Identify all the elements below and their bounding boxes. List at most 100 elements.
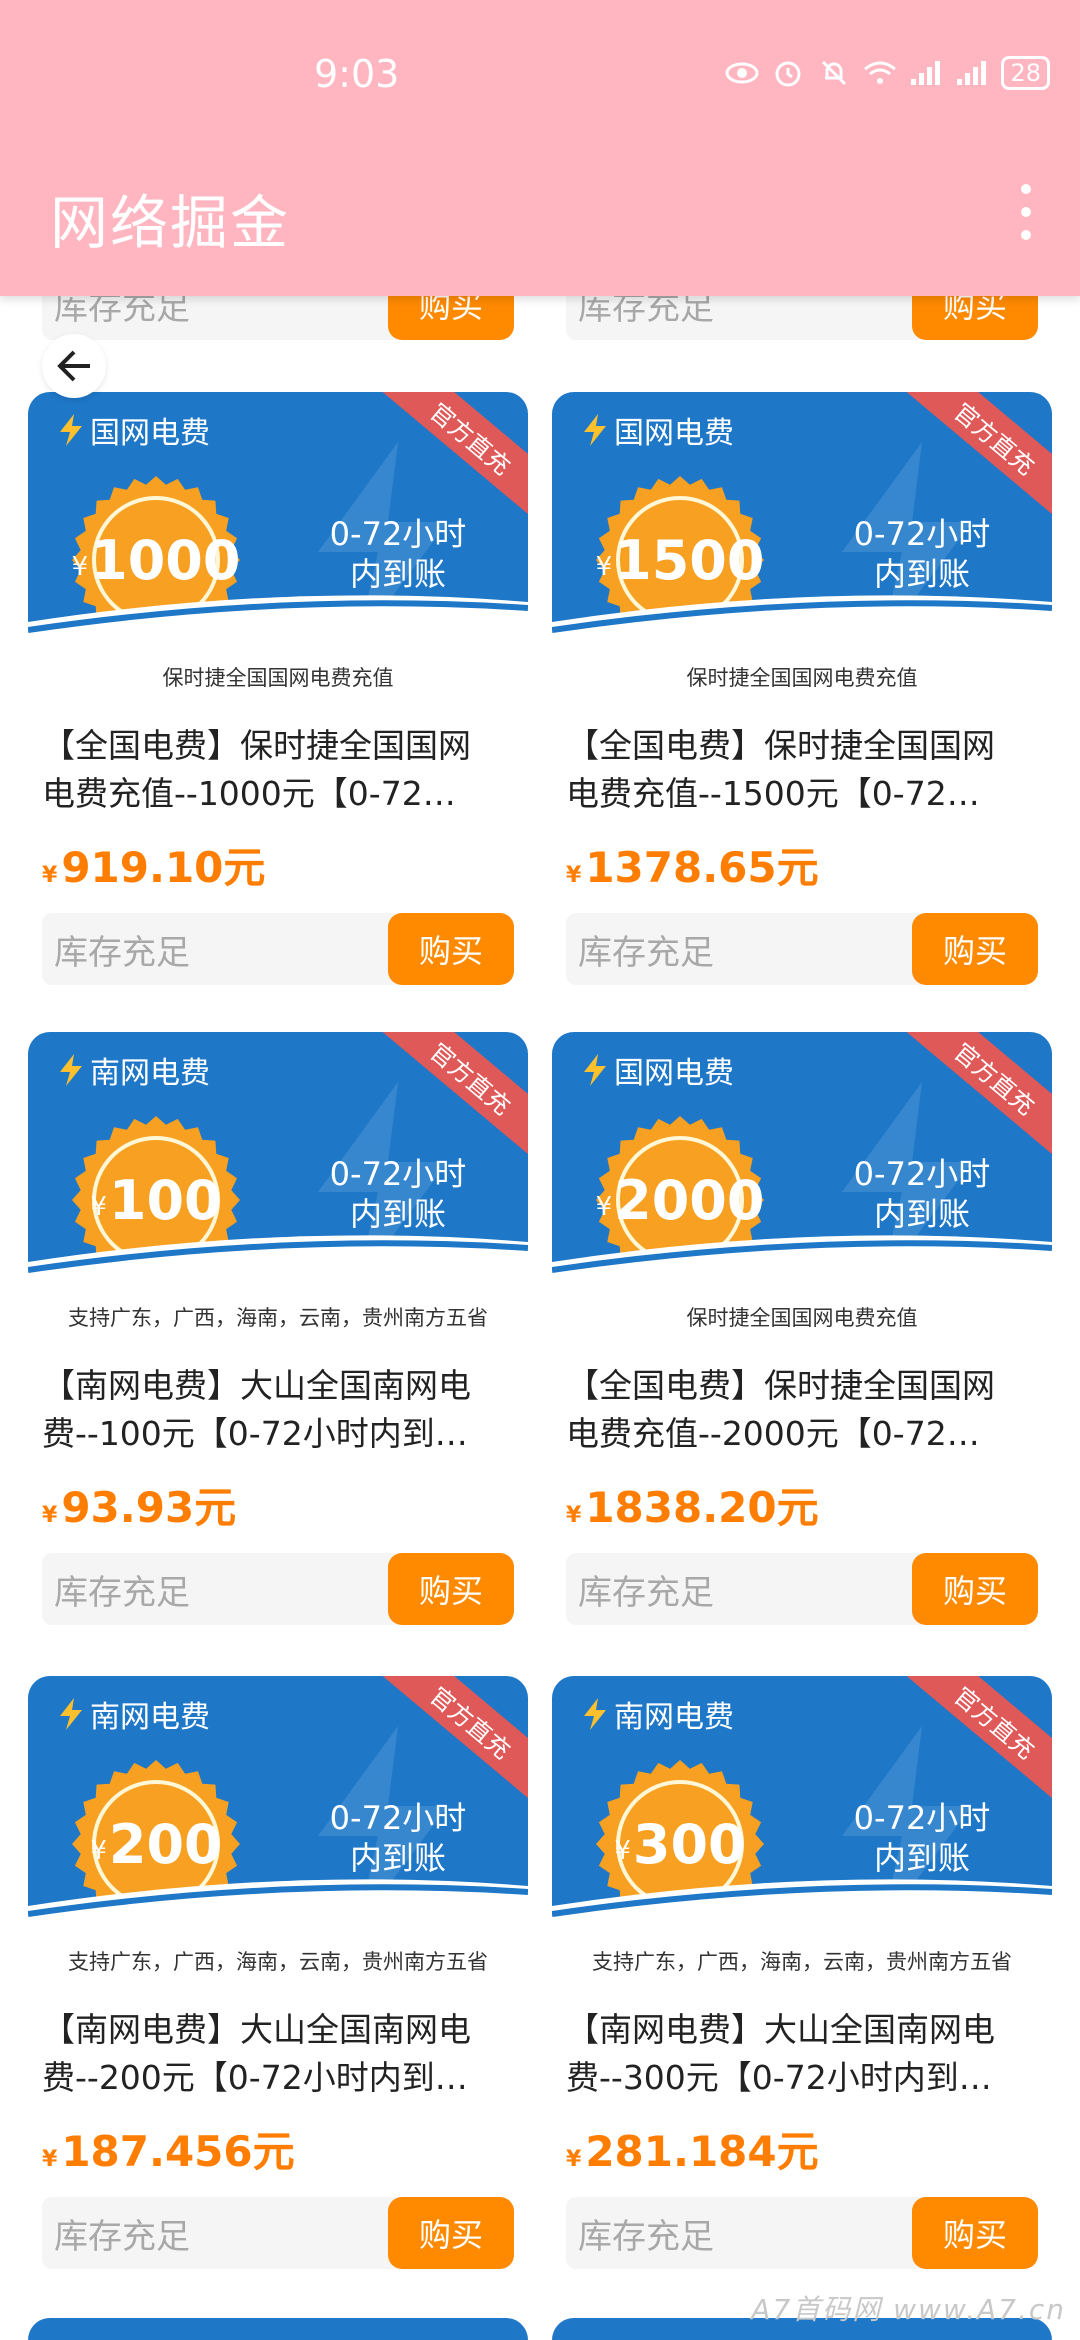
product-title[interactable]: 【南网电费】大山全国南网电 费--300元【0-72小时内到… bbox=[566, 2006, 1046, 2102]
product-price: ¥187.456元 bbox=[42, 2127, 295, 2176]
mute-icon bbox=[817, 56, 851, 90]
stock-row: 库存充足 购买 bbox=[42, 913, 528, 985]
product-card[interactable]: 国网电费 官方直充 ¥1500 0-72小时 内到账 保时捷全国国网电费充值 【全… bbox=[552, 392, 1052, 985]
product-card[interactable]: 国网电费 官方直充 ¥2000 0-72小时 内到账 保时捷全国国网电费充值 【全… bbox=[552, 1032, 1052, 1625]
category-label: 南网电费 bbox=[614, 1700, 734, 1735]
product-banner[interactable]: 南网电费 官方直充 ¥100 0-72小时 内到账 bbox=[28, 1032, 528, 1302]
buy-button[interactable]: 购买 bbox=[388, 1553, 514, 1625]
product-banner[interactable]: 国网电费 官方直充 ¥1500 0-72小时 内到账 bbox=[552, 392, 1052, 662]
product-title[interactable]: 【南网电费】大山全国南网电 费--200元【0-72小时内到… bbox=[42, 2006, 522, 2102]
status-icons: 28 bbox=[725, 56, 1050, 90]
bolt-icon bbox=[60, 1698, 82, 1730]
title-line: 【全国电费】保时捷全国国网 bbox=[566, 1366, 995, 1405]
back-arrow-icon[interactable] bbox=[42, 334, 106, 398]
product-price: ¥281.184元 bbox=[566, 2127, 819, 2176]
product-caption: 保时捷全国国网电费充值 bbox=[552, 1302, 1052, 1342]
app-bar: 9:03 28 网络掘金 bbox=[0, 0, 1080, 296]
product-category: 南网电费 bbox=[58, 1048, 210, 1092]
category-label: 南网电费 bbox=[90, 1700, 210, 1735]
product-category: 国网电费 bbox=[582, 408, 734, 452]
bolt-icon bbox=[584, 1698, 606, 1730]
category-label: 南网电费 bbox=[90, 1056, 210, 1091]
title-line: 费--300元【0-72小时内到… bbox=[566, 2058, 992, 2097]
product-price: ¥93.93元 bbox=[42, 1483, 237, 1532]
banner-wave bbox=[28, 1879, 528, 1946]
battery-icon: 28 bbox=[1001, 56, 1050, 90]
title-line: 【全国电费】保时捷全国国网 bbox=[42, 726, 471, 765]
stock-row: 库存充足 购买 bbox=[566, 913, 1052, 985]
banner-wave bbox=[28, 1235, 528, 1302]
more-vert-icon[interactable] bbox=[1016, 184, 1036, 240]
product-category: 南网电费 bbox=[582, 1692, 734, 1736]
page: 9:03 28 网络掘金 库存充足 购买 库存充足 购买 国网电费 官方直充 ¥… bbox=[0, 0, 1080, 2340]
category-label: 国网电费 bbox=[614, 416, 734, 451]
title-line: 【南网电费】大山全国南网电 bbox=[566, 2010, 995, 2049]
title-line: 电费充值--1500元【0-72… bbox=[566, 774, 980, 813]
stock-status: 库存充足 bbox=[42, 1553, 402, 1625]
title-line: 电费充值--1000元【0-72… bbox=[42, 774, 456, 813]
stock-row: 库存充足 购买 bbox=[42, 2197, 528, 2269]
product-caption: 支持广东，广西，海南，云南，贵州南方五省 bbox=[28, 1302, 528, 1342]
bolt-icon bbox=[60, 414, 82, 446]
stock-status: 库存充足 bbox=[42, 913, 402, 985]
buy-button[interactable]: 购买 bbox=[388, 2197, 514, 2269]
title-line: 【南网电费】大山全国南网电 bbox=[42, 1366, 471, 1405]
eye-icon bbox=[725, 56, 759, 90]
wifi-icon bbox=[863, 56, 897, 90]
banner-wave bbox=[552, 1235, 1052, 1302]
product-banner[interactable]: 国网电费 官方直充 ¥2000 0-72小时 内到账 bbox=[552, 1032, 1052, 1302]
product-caption: 支持广东，广西，海南，云南，贵州南方五省 bbox=[552, 1946, 1052, 1986]
buy-button[interactable]: 购买 bbox=[912, 913, 1038, 985]
product-title[interactable]: 【南网电费】大山全国南网电 费--100元【0-72小时内到… bbox=[42, 1362, 522, 1458]
product-caption: 支持广东，广西，海南，云南，贵州南方五省 bbox=[28, 1946, 528, 1986]
product-card[interactable]: 国网电费 官方直充 ¥1000 0-72小时 内到账 保时捷全国国网电费充值 【全… bbox=[28, 392, 528, 985]
product-category: 南网电费 bbox=[58, 1692, 210, 1736]
buy-button[interactable]: 购买 bbox=[388, 913, 514, 985]
product-category: 国网电费 bbox=[582, 1048, 734, 1092]
buy-button[interactable]: 购买 bbox=[912, 2197, 1038, 2269]
bolt-icon bbox=[584, 414, 606, 446]
product-caption: 保时捷全国国网电费充值 bbox=[552, 662, 1052, 702]
bolt-icon bbox=[60, 1054, 82, 1086]
product-price: ¥919.10元 bbox=[42, 843, 266, 892]
product-title[interactable]: 【全国电费】保时捷全国国网 电费充值--1000元【0-72… bbox=[42, 722, 522, 818]
title-line: 电费充值--2000元【0-72… bbox=[566, 1414, 980, 1453]
product-card[interactable]: 南网电费 官方直充 ¥100 0-72小时 内到账 支持广东，广西，海南，云南，贵… bbox=[28, 1032, 528, 1625]
product-price: ¥1378.65元 bbox=[566, 843, 819, 892]
banner-wave bbox=[552, 595, 1052, 662]
stock-status: 库存充足 bbox=[566, 2197, 926, 2269]
alarm-icon bbox=[771, 56, 805, 90]
signal-icon bbox=[909, 56, 943, 90]
title-line: 费--200元【0-72小时内到… bbox=[42, 2058, 468, 2097]
stock-row: 库存充足 购买 bbox=[566, 1553, 1052, 1625]
product-caption: 保时捷全国国网电费充值 bbox=[28, 662, 528, 702]
banner-wave bbox=[28, 595, 528, 662]
stock-status: 库存充足 bbox=[566, 1553, 926, 1625]
banner-wave bbox=[552, 1879, 1052, 1946]
status-time: 9:03 bbox=[314, 52, 400, 96]
signal-icon bbox=[955, 56, 989, 90]
product-title[interactable]: 【全国电费】保时捷全国国网 电费充值--1500元【0-72… bbox=[566, 722, 1046, 818]
product-banner[interactable]: 国网电费 官方直充 ¥1000 0-72小时 内到账 bbox=[28, 392, 528, 662]
stock-row: 库存充足 购买 bbox=[566, 2197, 1052, 2269]
product-category: 国网电费 bbox=[58, 408, 210, 452]
product-title[interactable]: 【全国电费】保时捷全国国网 电费充值--2000元【0-72… bbox=[566, 1362, 1046, 1458]
bolt-icon bbox=[584, 1054, 606, 1086]
title-line: 【南网电费】大山全国南网电 bbox=[42, 2010, 471, 2049]
watermark: A7首码网 www.A7.cn bbox=[751, 2293, 1066, 2326]
product-banner[interactable]: 南网电费 官方直充 ¥200 0-72小时 内到账 bbox=[28, 1676, 528, 1946]
title-line: 【全国电费】保时捷全国国网 bbox=[566, 726, 995, 765]
category-label: 国网电费 bbox=[614, 1056, 734, 1091]
stock-status: 库存充足 bbox=[566, 913, 926, 985]
product-card[interactable]: 南网电费 官方直充 ¥200 0-72小时 内到账 支持广东，广西，海南，云南，贵… bbox=[28, 1676, 528, 2269]
app-title: 网络掘金 bbox=[50, 189, 291, 257]
stock-status: 库存充足 bbox=[42, 2197, 402, 2269]
next-card-banner[interactable] bbox=[28, 2318, 528, 2340]
product-price: ¥1838.20元 bbox=[566, 1483, 819, 1532]
buy-button[interactable]: 购买 bbox=[912, 1553, 1038, 1625]
product-banner[interactable]: 南网电费 官方直充 ¥300 0-72小时 内到账 bbox=[552, 1676, 1052, 1946]
category-label: 国网电费 bbox=[90, 416, 210, 451]
product-card[interactable]: 南网电费 官方直充 ¥300 0-72小时 内到账 支持广东，广西，海南，云南，贵… bbox=[552, 1676, 1052, 2269]
stock-row: 库存充足 购买 bbox=[42, 1553, 528, 1625]
title-line: 费--100元【0-72小时内到… bbox=[42, 1414, 468, 1453]
